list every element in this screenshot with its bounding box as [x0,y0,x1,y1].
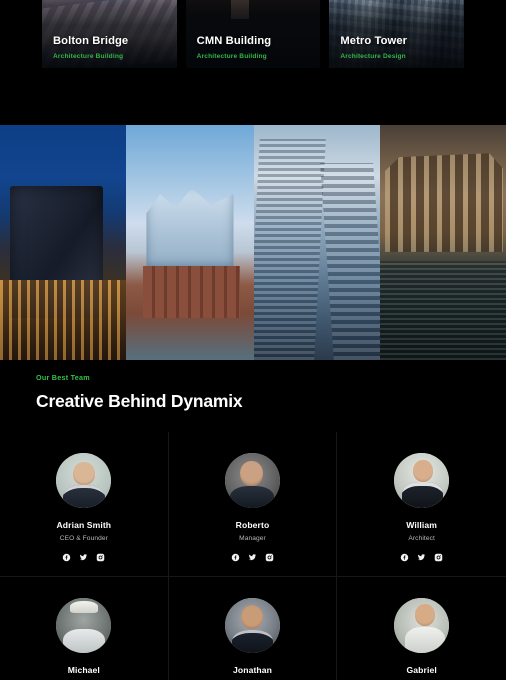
member-name: Gabriel [406,665,437,675]
team-grid: Adrian Smith CEO & Founder Roberto Manag… [0,432,506,680]
page-root: Bolton Bridge Architecture Building CMN … [0,0,506,680]
project-title: Bolton Bridge [53,35,129,47]
team-member-card[interactable]: Gabriel Project Manager [337,576,506,680]
concert-hall-waterfront-photo[interactable] [126,125,254,360]
page-title: Creative Behind Dynamix [36,391,243,411]
social-links [231,553,274,562]
twitter-icon[interactable] [248,553,257,562]
project-title: Metro Tower [340,35,408,47]
member-role: Architect [408,535,435,542]
social-links [400,553,443,562]
instagram-icon[interactable] [265,553,274,562]
gallery-strip [0,125,506,360]
project-card-meta: Metro Tower Architecture Design [340,35,456,60]
michael-avatar [56,598,112,653]
avatar [56,453,112,508]
team-member-card[interactable]: Adrian Smith CEO & Founder [0,432,169,576]
office-block-night-photo[interactable] [0,125,126,360]
avatar [394,453,450,508]
facebook-icon[interactable] [231,553,240,562]
project-category: Architecture Building [53,53,124,60]
brutalist-building-water-photo[interactable] [380,125,506,360]
team-member-card[interactable]: Michael Architect [0,576,169,680]
instagram-icon[interactable] [434,553,443,562]
adrian-smith-avatar [56,453,112,508]
social-links [62,553,105,562]
project-card[interactable]: Bolton Bridge Architecture Building [42,0,177,68]
instagram-icon[interactable] [96,553,105,562]
avatar [224,453,280,508]
section-eyebrow: Our Best Team [36,373,90,382]
avatar [56,598,112,653]
project-card[interactable]: CMN Building Architecture Building [185,0,321,68]
gabriel-avatar [394,598,450,653]
team-member-card[interactable]: Roberto Manager [169,432,338,576]
avatar [224,598,280,653]
avatar [394,598,450,653]
project-card[interactable]: Metro Tower Architecture Design [329,0,465,68]
twitter-icon[interactable] [79,553,88,562]
member-role: Manager [239,535,266,542]
team-header: Our Best Team Creative Behind Dynamix [0,373,506,412]
team-member-card[interactable]: William Architect [337,432,506,576]
glass-towers-photo[interactable] [254,125,380,360]
member-name: Jonathan [232,665,272,675]
member-name: Adrian Smith [56,520,112,530]
jonathan-avatar [224,598,280,653]
project-title: CMN Building [196,35,272,47]
project-category: Architecture Design [340,53,406,60]
facebook-icon[interactable] [400,553,409,562]
team-member-card[interactable]: Jonathan Interior Designer [168,576,338,680]
project-card-meta: CMN Building Architecture Building [197,35,313,60]
member-name: William [406,520,438,530]
project-category: Architecture Building [196,53,267,60]
roberto-avatar [224,453,280,508]
member-name: Roberto [235,520,270,530]
facebook-icon[interactable] [62,553,71,562]
project-card-meta: Bolton Bridge Architecture Building [53,35,169,60]
projects-strip: Bolton Bridge Architecture Building CMN … [0,0,506,68]
team-section: Our Best Team Creative Behind Dynamix Ad… [0,360,506,680]
twitter-icon[interactable] [417,553,426,562]
member-name: Michael [67,665,100,675]
member-role: CEO & Founder [59,535,108,542]
william-avatar [394,453,450,508]
